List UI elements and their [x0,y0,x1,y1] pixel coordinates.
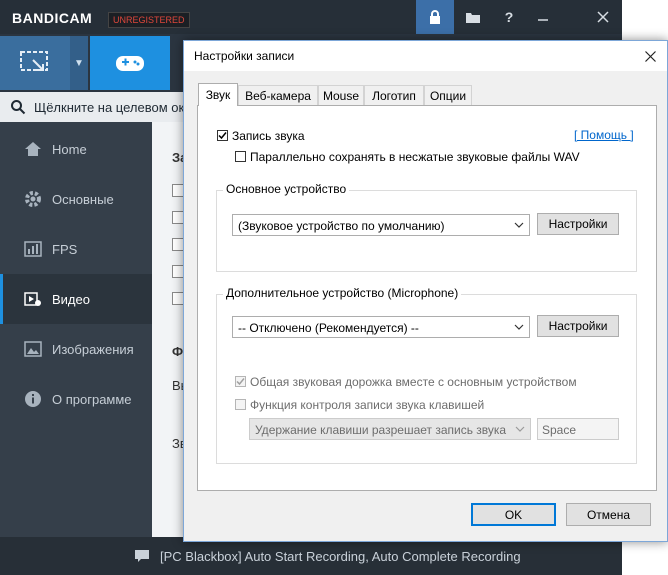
info-icon [22,388,44,410]
game-mode-button[interactable] [90,36,170,90]
video-icon [22,288,44,310]
common-track-checkbox[interactable] [235,376,246,387]
tab-mouse[interactable]: Mouse [318,85,364,105]
minimize-icon[interactable] [524,0,562,34]
primary-device-group-label: Основное устройство [223,182,350,196]
sidebar-item-label: Home [52,141,87,157]
hotkey-value: Space [542,423,577,437]
key-control-checkbox[interactable] [235,399,246,410]
tab-logo[interactable]: Логотип [364,85,424,105]
app-logo: BANDICAM [12,10,93,26]
primary-device-select[interactable]: (Звуковое устройство по умолчанию) [232,214,530,236]
sidebar-item-general[interactable]: Основные [0,174,152,224]
sidebar-item-label: FPS [52,241,78,257]
cancel-button[interactable]: Отмена [566,503,651,526]
target-window-text: Щёлкните на целевом окн [34,100,192,115]
sidebar-item-label: Изображения [52,341,134,357]
dialog-title-bar: Настройки записи [184,41,667,71]
home-icon [22,138,44,160]
common-track-label: Общая звуковая дорожка вместе с основным… [250,375,577,389]
gamepad-icon [116,56,144,71]
secondary-device-value: -- Отключено (Рекомендуется) -- [238,321,419,335]
secondary-device-select[interactable]: -- Отключено (Рекомендуется) -- [232,316,530,338]
content-heading-fragment: Ф [172,344,184,359]
screen-mode-button[interactable] [0,36,70,90]
status-text: [PC Blackbox] Auto Start Recording, Auto… [160,548,521,564]
chat-icon [135,550,149,562]
secondary-settings-button[interactable]: Настройки [537,315,619,337]
image-icon [22,338,44,360]
key-mode-value: Удержание клавиши разрешает запись звука [255,423,507,437]
sidebar: Home Основные FPS Видео Изображения О пр… [0,122,152,537]
sound-tab-panel: Запись звука [ Помощь ] Параллельно сохр… [197,105,657,491]
sidebar-item-images[interactable]: Изображения [0,324,152,374]
status-bar: [PC Blackbox] Auto Start Recording, Auto… [0,537,622,575]
sidebar-item-about[interactable]: О программе [0,374,152,424]
screen-mode-icon [20,51,48,71]
folder-icon[interactable] [454,0,492,34]
dialog-title: Настройки записи [194,49,295,63]
record-settings-dialog: Настройки записи Звук Веб-камера Mouse Л… [183,40,668,542]
tab-options[interactable]: Опции [424,85,472,105]
secondary-device-group-label: Дополнительное устройство (Microphone) [223,286,462,300]
sidebar-item-label: О программе [52,391,132,407]
tab-sound[interactable]: Звук [198,83,238,106]
close-icon[interactable] [584,0,622,34]
unregistered-badge: UNREGISTERED [108,12,190,28]
sidebar-item-video[interactable]: Видео [0,274,152,324]
primary-device-value: (Звуковое устройство по умолчанию) [238,219,445,233]
chevron-down-icon [514,222,524,228]
search-icon [11,100,26,115]
chevron-down-icon[interactable]: ▼ [70,36,88,90]
record-sound-label: Запись звука [232,129,305,143]
tab-webcam[interactable]: Веб-камера [238,85,318,105]
save-wav-checkbox[interactable] [235,151,246,162]
help-link[interactable]: [ Помощь ] [574,128,634,142]
hotkey-field[interactable]: Space [537,418,619,440]
chevron-down-icon [515,426,525,432]
ok-button[interactable]: OK [471,503,556,526]
title-bar: BANDICAM UNREGISTERED ? [0,0,622,34]
key-control-label: Функция контроля записи звука клавишей [250,398,485,412]
key-mode-select[interactable]: Удержание клавиши разрешает запись звука [249,418,531,440]
chevron-down-icon [514,324,524,330]
lock-icon[interactable] [416,0,454,34]
sidebar-item-home[interactable]: Home [0,124,152,174]
fps-icon [22,238,44,260]
close-icon[interactable] [633,41,667,71]
primary-settings-button[interactable]: Настройки [537,213,619,235]
sidebar-item-fps[interactable]: FPS [0,224,152,274]
record-sound-checkbox[interactable] [217,130,228,141]
sidebar-item-label: Видео [52,291,90,307]
help-icon[interactable]: ? [490,0,528,34]
secondary-device-group: Дополнительное устройство (Microphone) -… [216,286,637,464]
sidebar-item-label: Основные [52,191,114,207]
gear-icon [22,188,44,210]
save-wav-label: Параллельно сохранять в несжатые звуковы… [250,150,580,164]
primary-device-group: Основное устройство (Звуковое устройство… [216,182,637,272]
target-window-bar[interactable]: Щёлкните на целевом окн [0,92,192,122]
